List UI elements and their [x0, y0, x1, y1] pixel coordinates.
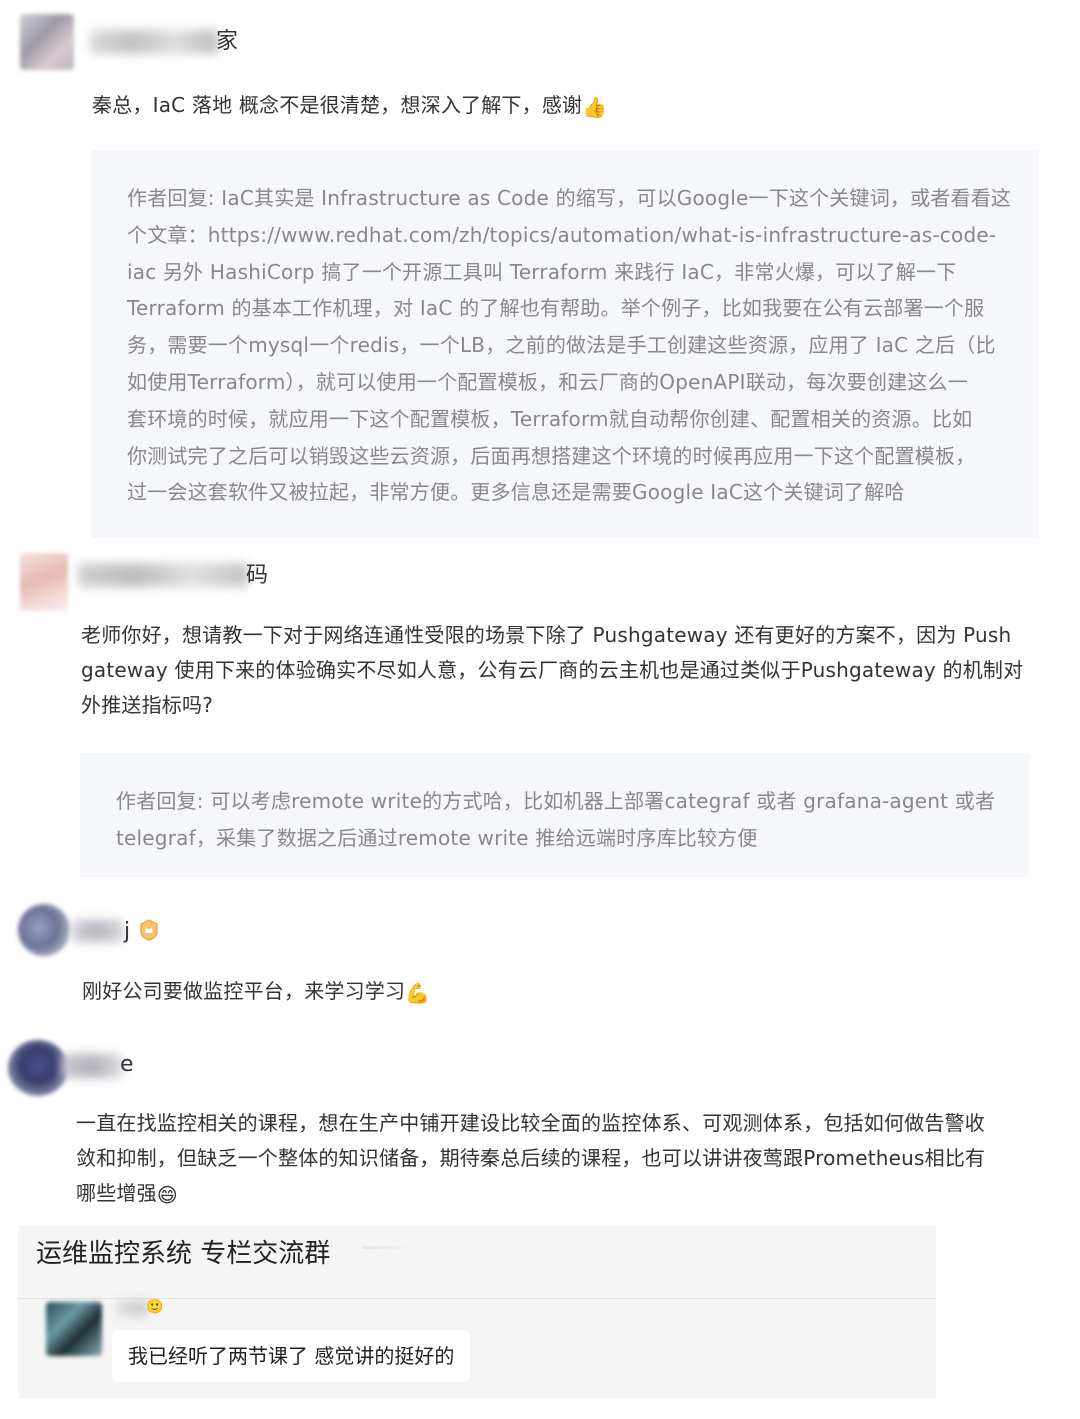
comment-body: 刚好公司要做监控平台，来学习学习: [82, 979, 406, 1003]
thumbs-up-icon: 👍: [582, 95, 608, 119]
comment-text: 刚好公司要做监控平台，来学习学习💪: [82, 974, 430, 1009]
title-fade-decoration: [363, 1246, 415, 1249]
vip-badge-icon: [137, 918, 161, 942]
comment-line: 敛和抑制，但缺乏一个整体的知识储备，期待秦总后续的课程，也可以讲讲夜莺跟Prom…: [76, 1146, 986, 1170]
reply-line: iac 另外 HashiCorp 搞了一个开源工具叫 Terraform 来践行…: [127, 259, 957, 284]
comment-line: gateway 使用下来的体验确实不尽如人意，公有云厂商的云主机也是通过类似于P…: [81, 658, 1024, 682]
chat-message-bubble: 我已经听了两节课了 感觉讲的挺好的: [112, 1330, 471, 1382]
group-chat-card: 运维监控系统 专栏交流群 🙂 我已经听了两节课了 感觉讲的挺好的: [18, 1226, 936, 1398]
username-blurred: [62, 1054, 122, 1078]
group-title: 运维监控系统 专栏交流群: [36, 1239, 331, 1269]
avatar[interactable]: [20, 14, 74, 70]
reply-line: 过一会这套软件又被拉起，非常方便。更多信息还是需要Google IaC这个关键词…: [127, 480, 905, 505]
author-reply-text: 作者回复: 可以考虑remote write的方式哈，比如机器上部署categr…: [116, 783, 1016, 857]
username-blurred: [72, 920, 124, 942]
username-blurred: [118, 1300, 148, 1316]
reply-line: 套环境的时候，就应用一下这个配置模板，Terraform就自动帮你创建、配置相关…: [127, 406, 973, 431]
reply-line: telegraf，采集了数据之后通过remote write 推给远端时序库比较…: [116, 825, 758, 850]
reply-line: 作者回复: 可以考虑remote write的方式哈，比如机器上部署categr…: [116, 789, 996, 813]
smiling-face-icon: 🙂: [146, 1299, 164, 1315]
username-blurred: [78, 563, 248, 587]
comment-line: 哪些增强: [76, 1181, 157, 1205]
comment-text: 秦总，IaC 落地 概念不是很清楚，想深入了解下，感谢👍: [92, 88, 607, 123]
username-tail: 家: [216, 29, 239, 54]
username-tail: e: [120, 1052, 134, 1077]
reply-line: 个文章：https://www.redhat.com/zh/topics/aut…: [127, 222, 997, 247]
avatar[interactable]: [20, 553, 68, 611]
avatar[interactable]: [46, 1302, 102, 1356]
flexed-biceps-icon: 💪: [405, 981, 431, 1005]
reply-line: 作者回复: IaC其实是 Infrastructure as Code 的缩写，…: [127, 186, 1012, 210]
username-tail: 码: [246, 563, 269, 588]
reply-line: Terraform 的基本工作机理，对 IaC 的了解也有帮助。举个例子，比如我…: [127, 296, 985, 321]
reply-line: 你测试完了之后可以销毁这些云资源，后面再想搭建这个环境的时候再应用一下这个配置模…: [127, 443, 976, 468]
comment-text: 一直在找监控相关的课程，想在生产中铺开建设比较全面的监控体系、可观测体系，包括如…: [76, 1106, 1066, 1211]
comment-body: 秦总，IaC 落地 概念不是很清楚，想深入了解下，感谢: [92, 93, 583, 117]
comment-line: 老师你好，想请教一下对于网络连通性受限的场景下除了 Pushgateway 还有…: [81, 623, 1012, 647]
author-reply-text: 作者回复: IaC其实是 Infrastructure as Code 的缩写，…: [127, 180, 1027, 511]
comment-line: 外推送指标吗?: [81, 693, 214, 717]
username-tail: j: [124, 919, 131, 944]
comment-text: 老师你好，想请教一下对于网络连通性受限的场景下除了 Pushgateway 还有…: [81, 618, 1041, 723]
avatar[interactable]: [18, 904, 70, 956]
avatar[interactable]: [8, 1040, 68, 1096]
reply-line: 如使用Terraform），就可以使用一个配置模板，和云厂商的OpenAPI联动…: [127, 369, 968, 394]
comment-line: 一直在找监控相关的课程，想在生产中铺开建设比较全面的监控体系、可观测体系，包括如…: [76, 1111, 985, 1135]
reply-line: 务，需要一个mysql一个redis，一个LB，之前的做法是手工创建这些资源，应…: [127, 333, 996, 358]
grinning-face-icon: 😄: [156, 1183, 178, 1207]
username-blurred: [90, 30, 218, 54]
